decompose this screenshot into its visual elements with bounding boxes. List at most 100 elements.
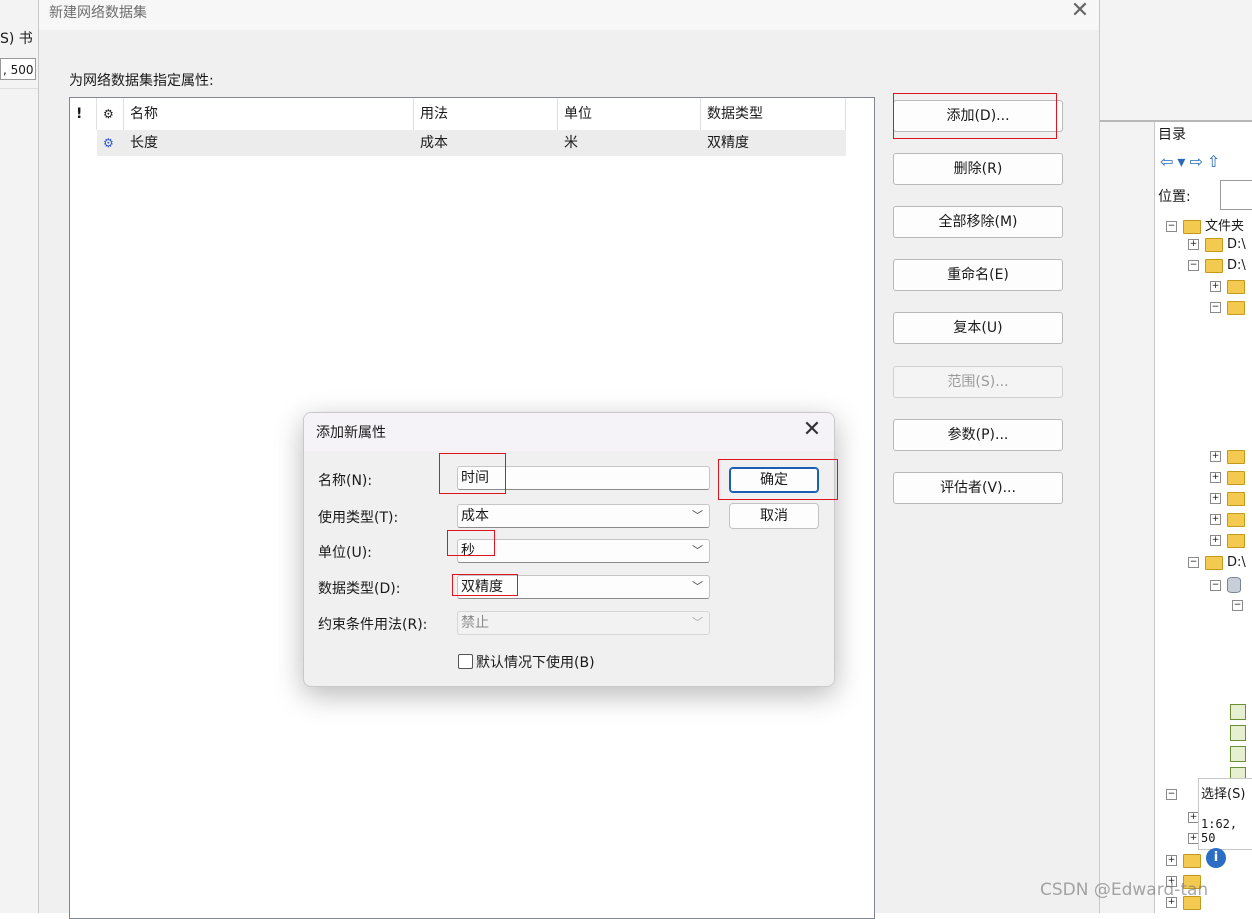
collapse-icon[interactable]: − <box>1188 557 1199 568</box>
tree-node-subfolder[interactable]: + <box>1210 512 1249 527</box>
default-attribute-icon: ⚙ <box>103 136 114 150</box>
tree-node-subfolder[interactable]: + <box>1210 470 1249 485</box>
folder-icon <box>1227 449 1245 464</box>
cancel-button[interactable]: 取消 <box>729 503 819 529</box>
header-name[interactable]: 名称 <box>124 98 414 130</box>
info-icon[interactable]: i <box>1206 848 1226 868</box>
folder-icon <box>1205 237 1223 252</box>
popup-select-label[interactable]: 选择(S) <box>1201 783 1245 802</box>
table-row[interactable]: ⚙ 长度 成本 米 双精度 <box>97 130 846 156</box>
data-type-label: 数据类型(D): <box>318 581 401 597</box>
ok-button[interactable]: 确定 <box>729 467 819 493</box>
collapse-icon[interactable]: − <box>1166 789 1177 800</box>
collapse-icon[interactable]: − <box>1232 600 1243 611</box>
header-units[interactable]: 单位 <box>558 98 701 130</box>
folder-icon <box>1227 300 1245 315</box>
tree-node-subfolder[interactable]: + <box>1210 449 1249 464</box>
add-dialog-close-icon[interactable]: ✕ <box>798 417 826 442</box>
parameters-button[interactable]: 参数(P)... <box>893 419 1063 451</box>
tree-node-subfolder[interactable]: + <box>1210 533 1249 548</box>
folder-icon <box>1183 219 1201 234</box>
header-usage[interactable]: 用法 <box>414 98 558 130</box>
collapse-icon[interactable]: − <box>1210 579 1221 591</box>
main-dialog-close-icon[interactable]: ✕ <box>1069 0 1091 23</box>
tree-node-item[interactable]: + <box>1166 853 1205 868</box>
main-dialog-titlebar <box>39 0 1099 30</box>
chevron-down-icon: ﹀ <box>692 509 703 522</box>
folder-icon <box>1205 555 1223 570</box>
tree-node-subfolder[interactable]: + <box>1210 279 1249 294</box>
name-input[interactable]: 时间 <box>457 466 710 490</box>
add-dialog-title: 添加新属性 <box>316 425 386 441</box>
selection-popup: 选择(S) 1:62, 50 <box>1198 778 1252 850</box>
catalog-location-label: 位置: <box>1158 189 1191 205</box>
chevron-down-icon: ﹀ <box>692 616 703 629</box>
attributes-table-header: ! ⚙ 名称 用法 单位 数据类型 <box>70 98 846 130</box>
collapse-icon[interactable]: − <box>1166 221 1177 232</box>
background-menu-fragment: S) 书 <box>0 31 33 47</box>
header-default-icon: ⚙ <box>97 98 124 130</box>
range-button: 范围(S)... <box>893 366 1063 398</box>
add-attribute-button[interactable]: 添加(D)... <box>893 100 1063 132</box>
tree-node-drive[interactable]: − D:\ <box>1188 258 1246 273</box>
evaluators-button[interactable]: 评估者(V)... <box>893 472 1063 504</box>
restriction-usage-select: 禁止 ﹀ <box>457 611 710 635</box>
use-by-default-checkbox[interactable]: 默认情况下使用(B) <box>458 652 595 672</box>
expand-icon[interactable]: + <box>1210 514 1221 525</box>
catalog-panel: 目录 ⇦▾⇨⇧ 位置: − 文件夹 + D:\ − D:\ + − + + + + +… <box>1100 0 1252 913</box>
catalog-location-box[interactable] <box>1220 180 1252 210</box>
expand-icon[interactable]: + <box>1210 535 1221 546</box>
feature-class-icon <box>1230 704 1246 720</box>
expand-icon[interactable]: + <box>1166 855 1177 866</box>
units-label: 单位(U): <box>318 545 372 561</box>
units-value: 秒 <box>461 543 475 559</box>
background-toolbar <box>0 88 40 119</box>
checkbox-box[interactable] <box>458 654 473 669</box>
folder-icon <box>1227 470 1245 485</box>
tree-node-toolbox[interactable]: − <box>1166 787 1183 802</box>
folder-icon <box>1227 533 1245 548</box>
tree-node-drive[interactable]: + D:\ <box>1188 237 1246 252</box>
tree-node-drive[interactable]: − D:\ <box>1188 555 1246 570</box>
row-units: 米 <box>564 135 578 151</box>
restriction-usage-value: 禁止 <box>461 615 489 631</box>
data-type-select[interactable]: 双精度 ﹀ <box>457 575 710 599</box>
collapse-icon[interactable]: − <box>1210 302 1221 313</box>
tree-node-folders[interactable]: − 文件夹 <box>1166 215 1244 234</box>
collapse-icon[interactable]: − <box>1188 260 1199 271</box>
background-app-left: S) 书 , 500 <box>0 0 40 913</box>
usage-type-value: 成本 <box>461 508 489 524</box>
remove-all-button[interactable]: 全部移除(M) <box>893 206 1063 238</box>
name-label: 名称(N): <box>318 473 373 489</box>
header-warning-icon: ! <box>70 98 97 130</box>
background-scale-box[interactable]: , 500 <box>0 58 36 80</box>
delete-button[interactable]: 删除(R) <box>893 153 1063 185</box>
expand-icon[interactable]: + <box>1210 451 1221 462</box>
expand-icon[interactable]: + <box>1188 239 1199 250</box>
expand-icon[interactable]: + <box>1210 281 1221 292</box>
expand-icon[interactable]: + <box>1210 472 1221 483</box>
expand-icon[interactable]: + <box>1210 493 1221 504</box>
rename-button[interactable]: 重命名(E) <box>893 259 1063 291</box>
usage-type-select[interactable]: 成本 ﹀ <box>457 504 710 528</box>
tree-node-dataset[interactable]: − <box>1232 598 1249 613</box>
data-type-value: 双精度 <box>461 579 503 595</box>
units-select[interactable]: 秒 ﹀ <box>457 539 710 563</box>
add-new-attribute-dialog: 添加新属性 ✕ 名称(N): 时间 使用类型(T): 成本 ﹀ 单位(U): 秒 ﹀… <box>303 412 835 687</box>
row-name: 长度 <box>130 135 158 151</box>
folder-icon <box>1183 853 1201 868</box>
tree-node-subfolder[interactable]: − <box>1210 300 1249 315</box>
header-data-type[interactable]: 数据类型 <box>701 98 846 130</box>
folder-icon <box>1205 258 1223 273</box>
watermark: CSDN @Edward-tan <box>1040 880 1209 900</box>
row-usage: 成本 <box>420 135 448 151</box>
tree-node-geodatabase[interactable]: − <box>1210 577 1241 593</box>
feature-class-icon <box>1230 725 1246 741</box>
feature-class-icon <box>1230 746 1246 762</box>
restriction-usage-label: 约束条件用法(R): <box>318 617 428 633</box>
tree-node-subfolder[interactable]: + <box>1210 491 1249 506</box>
use-by-default-label: 默认情况下使用(B) <box>476 655 595 671</box>
chevron-down-icon: ﹀ <box>692 544 703 557</box>
catalog-nav-arrows-icon[interactable]: ⇦▾⇨⇧ <box>1160 152 1224 171</box>
duplicate-button[interactable]: 复本(U) <box>893 312 1063 344</box>
